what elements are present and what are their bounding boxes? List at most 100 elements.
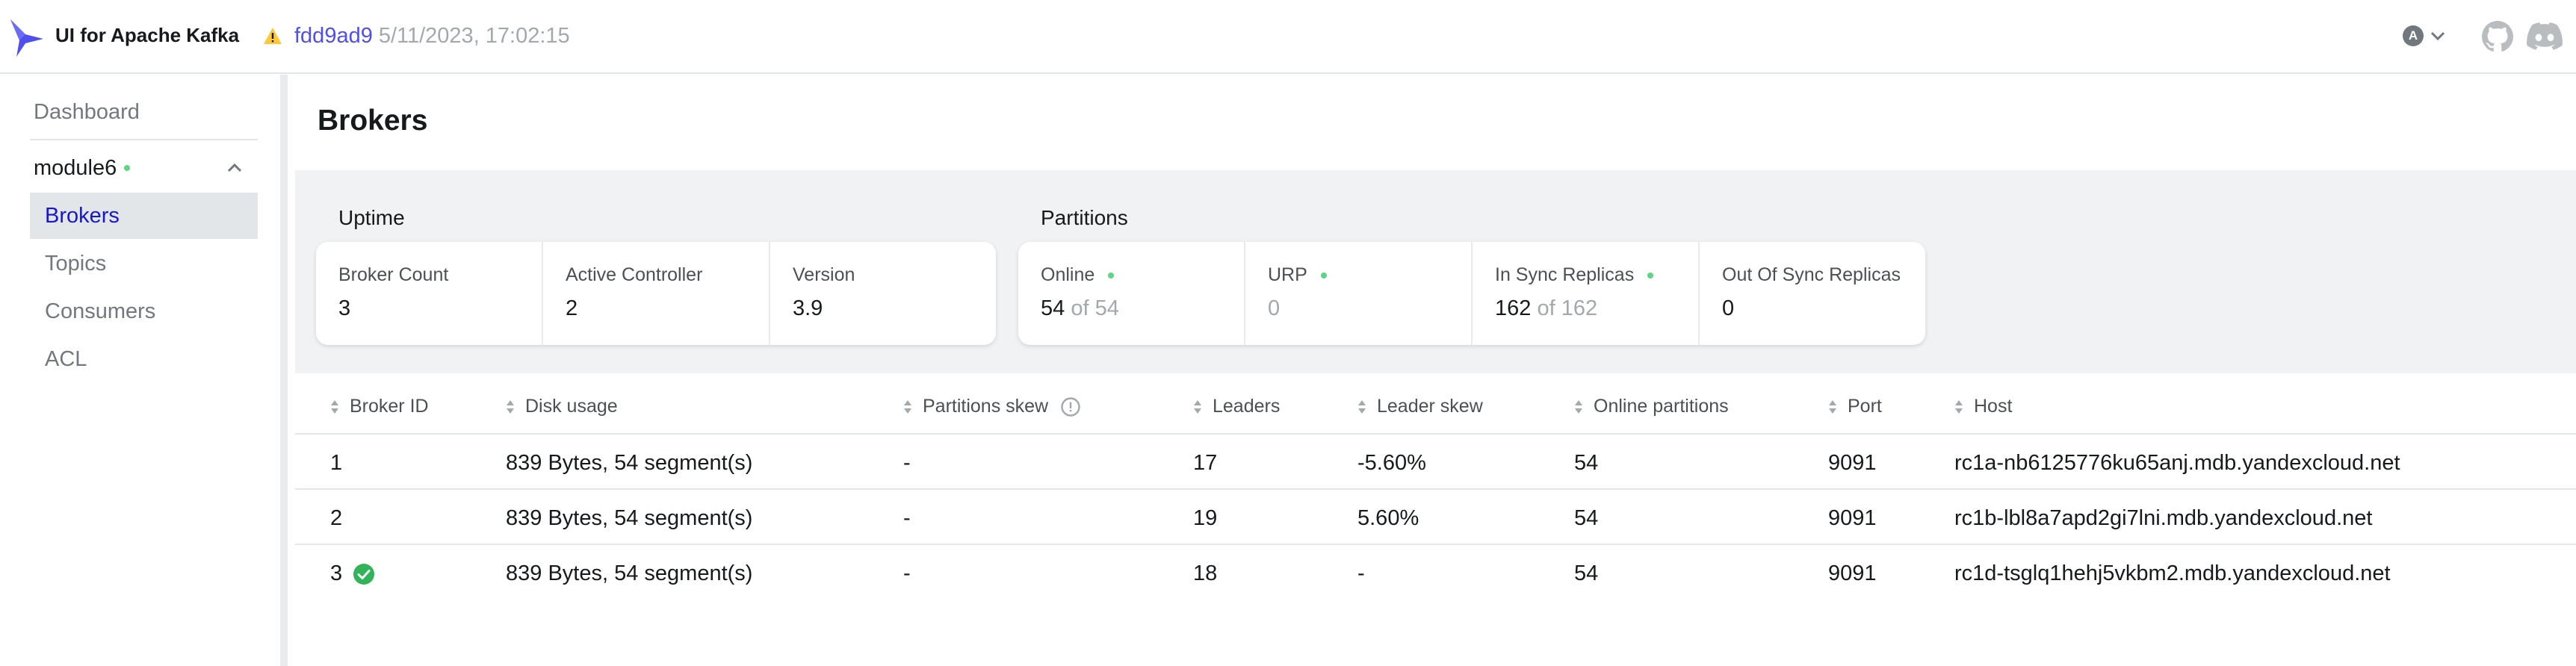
column-label: Leader skew xyxy=(1377,396,1483,417)
broker-id-link[interactable]: 3 xyxy=(330,561,342,586)
github-icon[interactable] xyxy=(2482,21,2513,52)
sort-icon xyxy=(904,399,911,414)
theme-auto-icon: A xyxy=(2403,25,2424,46)
cluster-status-dot xyxy=(124,165,131,171)
version-value: 3.9 xyxy=(793,296,823,320)
column-label: Broker ID xyxy=(350,396,429,417)
cell-broker-id[interactable]: 1 xyxy=(330,451,342,476)
kafka-logo-icon[interactable] xyxy=(9,16,46,58)
cell-partitions-skew: - xyxy=(903,451,911,475)
uptime-title: Uptime xyxy=(338,206,405,229)
sort-icon xyxy=(1194,399,1201,414)
broker-id-link[interactable]: 2 xyxy=(330,506,342,531)
warning-icon xyxy=(264,28,282,44)
page-title: Brokers xyxy=(318,105,428,137)
table-row[interactable]: 3 839 Bytes, 54 segment(s) - 18 - 54 909… xyxy=(295,545,2576,600)
cell-online-partitions: 54 xyxy=(1574,561,1599,585)
check-circle-icon xyxy=(353,563,375,585)
sidebar-item-topics[interactable]: Topics xyxy=(30,240,258,287)
info-icon[interactable] xyxy=(1060,396,1081,417)
sidebar-item-consumers[interactable]: Consumers xyxy=(30,288,258,334)
column-header-online-partitions[interactable]: Online partitions xyxy=(1574,396,1729,417)
sidebar-item-dashboard[interactable]: Dashboard xyxy=(34,100,140,125)
out-of-sync-value: 0 xyxy=(1722,296,1735,320)
commit-link[interactable]: fdd9ad9 xyxy=(294,24,373,49)
cell-leaders: 17 xyxy=(1193,451,1218,475)
online-card: Online 54 of 54 xyxy=(1018,242,1244,345)
cell-leaders: 19 xyxy=(1193,506,1218,530)
cell-port: 9091 xyxy=(1828,451,1877,475)
uptime-cards: Broker Count 3 Active Controller 2 Versi… xyxy=(316,242,996,345)
brokers-table-header: Broker ID Disk usage Partitions skew Lea… xyxy=(295,373,2576,435)
urp-label-text: URP xyxy=(1268,264,1307,285)
sort-icon xyxy=(331,399,338,414)
column-header-port[interactable]: Port xyxy=(1828,396,1882,417)
table-row[interactable]: 1 839 Bytes, 54 segment(s) - 17 -5.60% 5… xyxy=(295,435,2576,490)
version-info: fdd9ad9 5/11/2023, 17:02:15 xyxy=(263,22,570,49)
active-controller-card: Active Controller 2 xyxy=(543,242,769,345)
active-controller-label: Active Controller xyxy=(566,264,703,285)
out-of-sync-label: Out Of Sync Replicas xyxy=(1722,264,1901,285)
sidebar-cluster-module6[interactable]: module6 xyxy=(34,154,258,182)
in-sync-replicas-card: In Sync Replicas 162 of 162 xyxy=(1473,242,1698,345)
broker-count-value: 3 xyxy=(338,296,351,320)
cell-leader-skew: -5.60% xyxy=(1357,451,1426,475)
cell-broker-id[interactable]: 3 xyxy=(330,561,375,586)
broker-id-link[interactable]: 1 xyxy=(330,451,342,476)
column-header-host[interactable]: Host xyxy=(1954,396,2012,417)
sidebar: Dashboard module6 Brokers Topics Consume… xyxy=(0,75,288,666)
in-sync-label-text: In Sync Replicas xyxy=(1495,264,1635,285)
status-dot xyxy=(1108,272,1115,278)
version-card: Version 3.9 xyxy=(770,242,996,345)
column-label: Online partitions xyxy=(1594,396,1729,417)
cell-port: 9091 xyxy=(1828,561,1877,585)
cell-host: rc1d-tsglq1hehj5vkbm2.mdb.yandexcloud.ne… xyxy=(1954,561,2391,585)
column-label: Partitions skew xyxy=(923,396,1049,417)
table-row[interactable]: 2 839 Bytes, 54 segment(s) - 19 5.60% 54… xyxy=(295,490,2576,545)
cell-disk-usage: 839 Bytes, 54 segment(s) xyxy=(506,451,753,475)
broker-count-card: Broker Count 3 xyxy=(316,242,542,345)
main-content: Brokers Uptime Broker Count 3 Active Con… xyxy=(295,75,2576,666)
cluster-name: module6 xyxy=(34,155,117,180)
cell-host: rc1b-lbl8a7apd2gi7lni.mdb.yandexcloud.ne… xyxy=(1954,506,2373,530)
app-title[interactable]: UI for Apache Kafka xyxy=(55,22,239,48)
sort-icon xyxy=(1829,399,1836,414)
partitions-title: Partitions xyxy=(1041,206,1128,229)
discord-icon[interactable] xyxy=(2527,22,2563,51)
sort-icon xyxy=(1358,399,1366,414)
cell-host: rc1a-nb6125776ku65anj.mdb.yandexcloud.ne… xyxy=(1954,451,2400,475)
column-header-leader-skew[interactable]: Leader skew xyxy=(1357,396,1483,417)
cell-online-partitions: 54 xyxy=(1574,451,1599,475)
cell-leaders: 18 xyxy=(1193,561,1218,585)
cell-online-partitions: 54 xyxy=(1574,506,1599,530)
sort-icon xyxy=(1575,399,1582,414)
chevron-down-icon xyxy=(2430,31,2445,41)
sidebar-item-acl[interactable]: ACL xyxy=(30,336,258,382)
column-header-partitions-skew[interactable]: Partitions skew xyxy=(903,396,1081,417)
active-controller-value: 2 xyxy=(566,296,578,320)
version-label: Version xyxy=(793,264,855,285)
sidebar-item-brokers[interactable]: Brokers xyxy=(30,193,258,239)
in-sync-count: 162 xyxy=(1495,296,1532,320)
chevron-up-icon[interactable] xyxy=(226,163,243,173)
column-header-leaders[interactable]: Leaders xyxy=(1193,396,1280,417)
column-header-broker-id[interactable]: Broker ID xyxy=(330,396,429,417)
out-of-sync-replicas-card: Out Of Sync Replicas 0 xyxy=(1700,242,1925,345)
status-dot xyxy=(1320,272,1327,278)
cell-partitions-skew: - xyxy=(903,561,911,585)
cell-port: 9091 xyxy=(1828,506,1877,530)
urp-card: URP 0 xyxy=(1245,242,1471,345)
metrics-panel: Uptime Broker Count 3 Active Controller … xyxy=(295,170,2576,373)
urp-label: URP xyxy=(1268,264,1449,286)
theme-switcher-button[interactable]: A xyxy=(2403,22,2452,49)
cell-disk-usage: 839 Bytes, 54 segment(s) xyxy=(506,506,753,530)
broker-count-label: Broker Count xyxy=(338,264,449,285)
column-label: Disk usage xyxy=(525,396,618,417)
online-label: Online xyxy=(1041,264,1222,286)
partitions-cards: Online 54 of 54 URP 0 In Sync Replicas 1… xyxy=(1018,242,1925,345)
cell-broker-id[interactable]: 2 xyxy=(330,506,342,531)
sidebar-divider xyxy=(30,139,258,140)
column-header-disk-usage[interactable]: Disk usage xyxy=(506,396,618,417)
top-navbar: UI for Apache Kafka fdd9ad9 5/11/2023, 1… xyxy=(0,0,2576,74)
column-label: Leaders xyxy=(1213,396,1281,417)
